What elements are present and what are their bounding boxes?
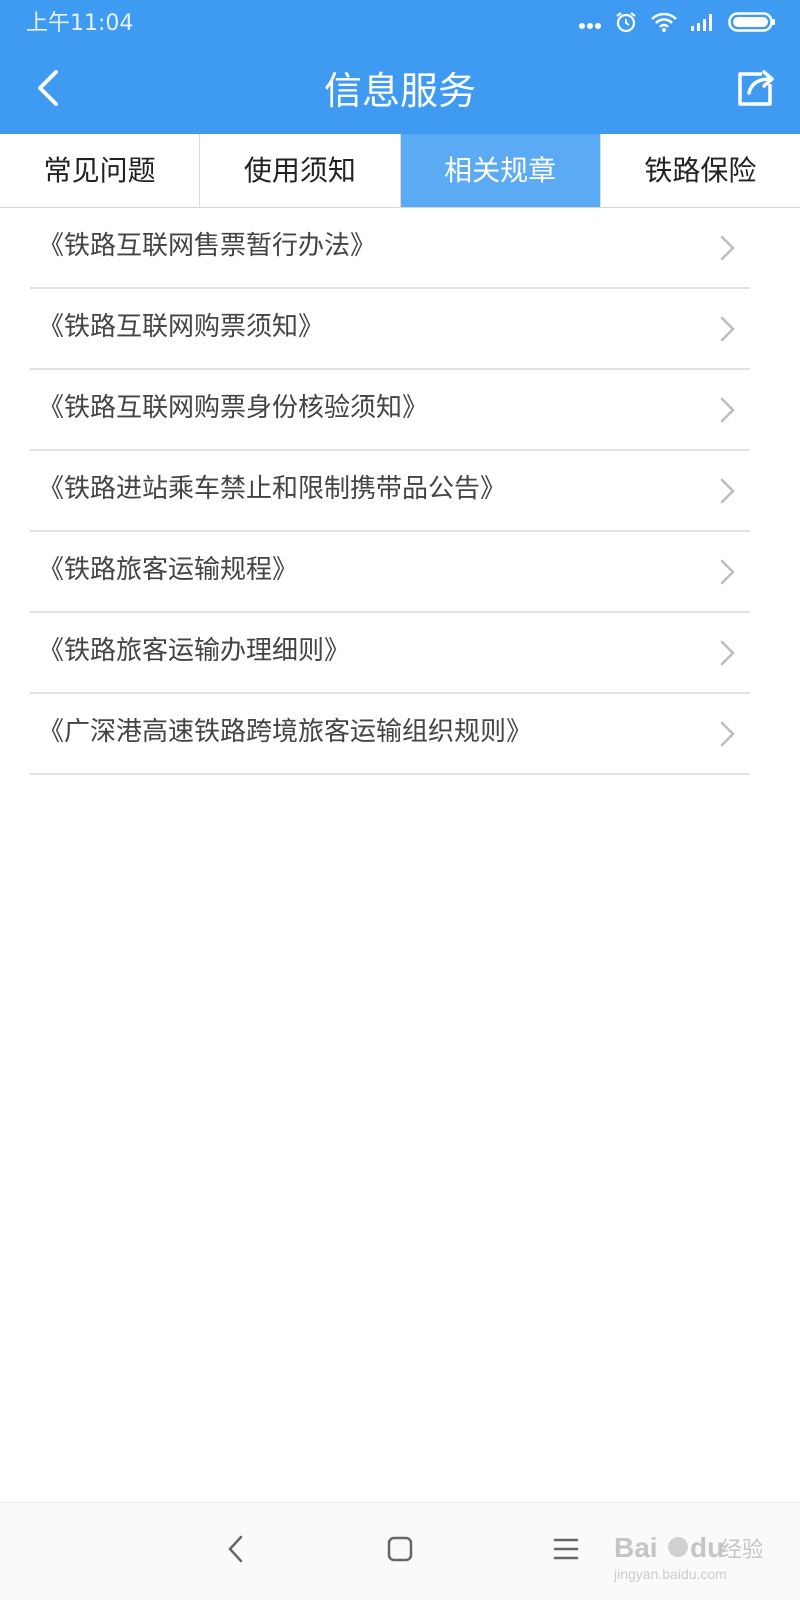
list-item[interactable]: 《铁路互联网购票身份核验须知》 <box>30 370 750 451</box>
nav-back-button[interactable] <box>214 1529 258 1573</box>
list-item-label: 《铁路旅客运输规程》 <box>38 555 299 585</box>
tab-faq[interactable]: 常见问题 <box>0 134 201 207</box>
wifi-icon <box>650 11 678 37</box>
status-bar: 上午11:04 <box>0 0 800 48</box>
list-item-label: 《铁路旅客运输办理细则》 <box>38 636 351 666</box>
status-icons <box>578 11 776 37</box>
battery-icon <box>728 11 776 37</box>
svg-text:Bai: Bai <box>614 1532 658 1563</box>
back-nav-icon <box>226 1534 246 1568</box>
chevron-right-icon <box>720 721 735 747</box>
list-item[interactable]: 《铁路进站乘车禁止和限制携带品公告》 <box>30 451 750 532</box>
list-item-label: 《铁路互联网购票身份核验须知》 <box>38 393 429 423</box>
signal-icon <box>690 12 716 36</box>
list-item-label: 《铁路互联网售票暂行办法》 <box>38 231 377 261</box>
nav-menu-button[interactable] <box>544 1529 588 1573</box>
list-item-label: 《铁路互联网购票须知》 <box>38 312 325 342</box>
list-item[interactable]: 《铁路旅客运输规程》 <box>30 532 750 613</box>
chevron-right-icon <box>720 316 735 342</box>
svg-text:jingyan.baidu.com: jingyan.baidu.com <box>613 1566 727 1582</box>
list-item-label: 《铁路进站乘车禁止和限制携带品公告》 <box>38 474 507 504</box>
alarm-icon <box>614 10 638 38</box>
status-time: 上午11:04 <box>26 11 134 36</box>
regulations-list: 《铁路互联网售票暂行办法》 《铁路互联网购票须知》 《铁路互联网购票身份核验须知… <box>30 208 750 775</box>
share-button[interactable] <box>728 64 780 116</box>
system-nav-bar: Bai du 经验 jingyan.baidu.com <box>0 1502 800 1600</box>
share-icon <box>732 66 776 114</box>
back-button[interactable] <box>22 64 74 116</box>
chevron-right-icon <box>720 640 735 666</box>
list-item[interactable]: 《广深港高速铁路跨境旅客运输组织规则》 <box>30 694 750 775</box>
page-title: 信息服务 <box>323 69 476 113</box>
list-item[interactable]: 《铁路旅客运输办理细则》 <box>30 613 750 694</box>
list-item[interactable]: 《铁路互联网购票须知》 <box>30 289 750 370</box>
more-dots-icon <box>578 15 602 34</box>
list-item[interactable]: 《铁路互联网售票暂行办法》 <box>30 208 750 289</box>
nav-home-button[interactable] <box>378 1529 422 1573</box>
chevron-right-icon <box>720 235 735 261</box>
app-screen: 上午11:04 信息服务 常见问题 使用须知 相关规章 铁路保险 《铁路互联网售… <box>0 0 800 1600</box>
tab-railway-insurance[interactable]: 铁路保险 <box>601 134 800 207</box>
chevron-right-icon <box>720 559 735 585</box>
chevron-right-icon <box>720 478 735 504</box>
header-bar: 信息服务 <box>0 48 800 134</box>
tab-regulations[interactable]: 相关规章 <box>400 134 601 207</box>
baidu-jingyan-watermark: Bai du 经验 jingyan.baidu.com <box>613 1532 762 1582</box>
menu-nav-icon <box>552 1536 580 1566</box>
list-item-label: 《广深港高速铁路跨境旅客运输组织规则》 <box>38 717 533 747</box>
svg-text:经验: 经验 <box>720 1538 762 1563</box>
chevron-left-icon <box>34 68 62 112</box>
tab-bar: 常见问题 使用须知 相关规章 铁路保险 <box>0 134 800 208</box>
tab-usage-notice[interactable]: 使用须知 <box>200 134 401 207</box>
chevron-right-icon <box>720 397 735 423</box>
home-nav-icon <box>386 1535 414 1567</box>
